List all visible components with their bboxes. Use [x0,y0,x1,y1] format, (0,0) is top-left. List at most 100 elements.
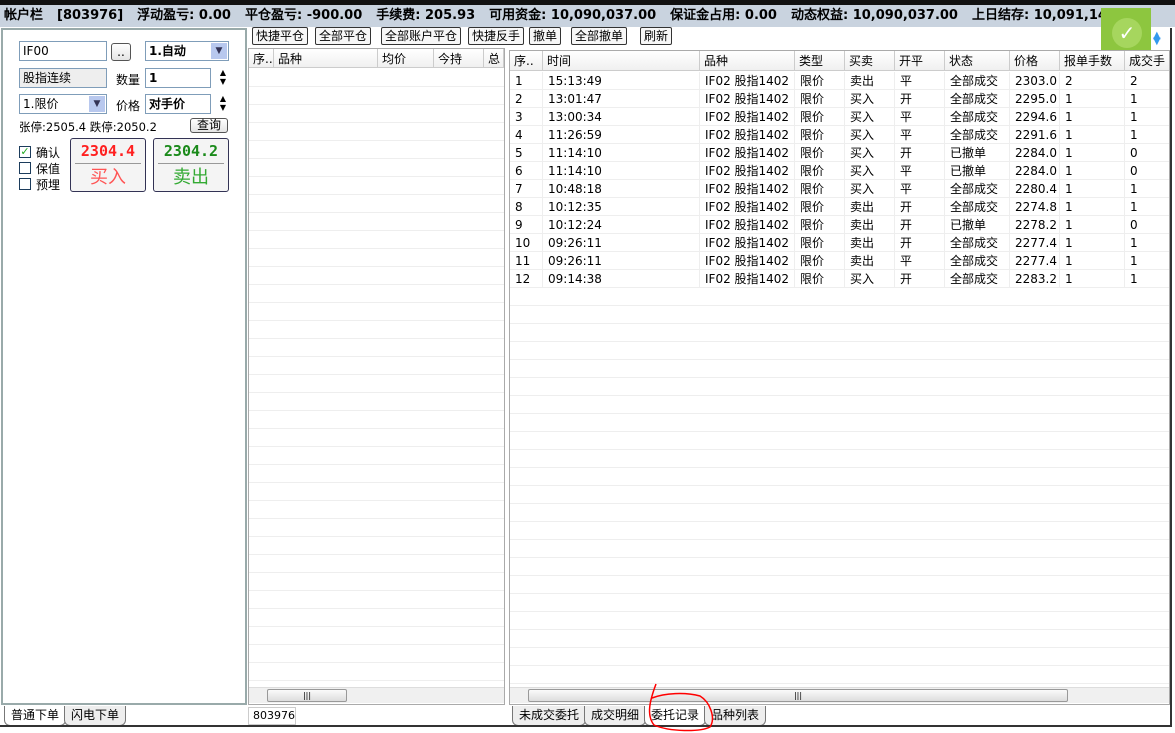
table-cell: 买入 [845,144,895,161]
table-row[interactable]: 1 15:13:49 IF02 股指1402 限价 卖出平全部成交 2303.0 2 2 [510,72,1169,90]
table-row[interactable]: 5 11:14:10 IF02 股指1402 限价 买入开已撤单 2284.0 1 0 [510,144,1169,162]
table-cell: IF02 股指1402 [700,252,795,269]
hedge-checkbox[interactable] [19,162,31,174]
scroll-thumb[interactable]: ||| [267,689,347,702]
col-header[interactable]: 品种 [700,51,795,70]
scroll-thumb[interactable]: ||| [528,689,1068,702]
table-row[interactable]: 11 09:26:11 IF02 股指1402 限价 卖出平全部成交 2277.4 1 1 [510,252,1169,270]
table-cell: 1 [1060,252,1125,269]
col-header[interactable]: 成交手 [1125,51,1169,70]
contract-input[interactable]: IF00 [19,41,107,61]
orders-hscrollbar[interactable]: ||| [510,687,1169,703]
table-cell: 已撤单 [945,144,1010,161]
col-header[interactable]: 品种 [274,49,378,67]
table-cell: 1 [1125,108,1169,125]
table-cell: 2277.4 [1010,234,1060,251]
preset-checkbox[interactable] [19,178,31,190]
account-bar: 帐户栏 [803976] 浮动盈亏: 0.00 平仓盈亏: -900.00 手续费: 2… [0,5,1175,27]
window-border [0,725,1172,727]
mode-select[interactable]: 1.自动 ▼ [145,41,229,61]
table-cell: 2291.6 [1010,126,1060,143]
table-row[interactable]: 3 13:00:34 IF02 股指1402 限价 买入平全部成交 2294.6 1 1 [510,108,1169,126]
price-stepper[interactable]: ▲ ▼ [217,94,229,112]
table-cell: 1 [1060,144,1125,161]
col-header[interactable]: 均价 [378,49,434,67]
price-input[interactable]: 对手价 [145,94,211,114]
table-cell: 限价 [795,108,845,125]
table-cell: 开 [895,270,945,287]
table-cell: 限价 [795,72,845,89]
floating-pl: 浮动盈亏: 0.00 [137,8,231,23]
quick-reverse-button[interactable]: 快捷反手 [468,27,525,45]
cancel-all-button[interactable]: 全部撤单 [571,27,628,45]
table-cell: 2277.4 [1010,252,1060,269]
table-cell: 1 [1060,198,1125,215]
tab-open-orders[interactable]: 未成交委托 [512,706,587,726]
sell-button[interactable]: 2304.2 卖出 [153,138,229,192]
tab-trades[interactable]: 成交明细 [584,706,647,726]
table-cell: 1 [1060,108,1125,125]
table-cell: 限价 [795,180,845,197]
browse-button[interactable]: .. [111,43,131,61]
buy-button[interactable]: 2304.4 买入 [70,138,146,192]
chevron-down-icon: ▼ [211,43,227,59]
table-cell: 限价 [795,144,845,161]
table-cell: 09:26:11 [543,234,700,251]
close-all-accounts-button[interactable]: 全部账户平仓 [381,27,462,45]
toolbar: 快捷平仓 全部平仓 全部账户平仓 快捷反手 撤单 全部撤单 刷新 [248,27,1173,46]
table-row[interactable]: 8 10:12:35 IF02 股指1402 限价 卖出开全部成交 2274.8 1 1 [510,198,1169,216]
col-header[interactable]: 开平 [895,51,945,70]
tab-flash-order[interactable]: 闪电下单 [64,706,127,726]
table-cell: 平 [895,72,945,89]
sell-label: 卖出 [173,167,209,188]
price-type-select[interactable]: 1.限价 ▼ [19,94,107,114]
table-cell: 2284.0 [1010,144,1060,161]
refresh-button[interactable]: 刷新 [640,27,673,45]
table-cell: 1 [1060,234,1125,251]
table-cell: 1 [1060,180,1125,197]
table-cell: 卖出 [845,72,895,89]
col-header[interactable]: 状态 [945,51,1010,70]
table-row[interactable]: 6 11:14:10 IF02 股指1402 限价 买入平已撤单 2284.0 1 0 [510,162,1169,180]
positions-hscrollbar[interactable]: ||| [249,687,504,703]
confirm-checkbox[interactable]: ✓ [19,146,31,158]
orders-header: 序.. 时间 品种 类型 买卖 开平 状态 价格 报单手数 成交手 [510,51,1169,71]
col-header[interactable]: 类型 [795,51,845,70]
col-header[interactable]: 买卖 [845,51,895,70]
col-header[interactable]: 价格 [1010,51,1060,70]
col-header[interactable]: 总 [484,49,504,67]
close-all-button[interactable]: 全部平仓 [315,27,372,45]
cancel-order-button[interactable]: 撤单 [529,27,562,45]
quick-close-button[interactable]: 快捷平仓 [252,27,309,45]
table-cell: 已撤单 [945,216,1010,233]
table-row[interactable]: 10 09:26:11 IF02 股指1402 限价 卖出开全部成交 2277.4 1 1 [510,234,1169,252]
qty-input[interactable]: 1 [145,68,211,88]
table-cell: 买入 [845,270,895,287]
table-row[interactable]: 7 10:48:18 IF02 股指1402 限价 买入平全部成交 2280.4 1 1 [510,180,1169,198]
col-header[interactable]: 报单手数 [1060,51,1125,70]
table-cell: 平 [895,252,945,269]
table-cell: 2 [1125,72,1169,89]
qty-stepper[interactable]: ▲ ▼ [217,68,229,86]
mode-value: 1.自动 [149,44,186,58]
table-cell: 2295.0 [1010,90,1060,107]
left-tabs: 普通下单 闪电下单 [4,706,127,726]
col-header[interactable]: 序.. [249,49,274,67]
table-cell: 11:14:10 [543,144,700,161]
table-row[interactable]: 12 09:14:38 IF02 股指1402 限价 买入开全部成交 2283.2 1 1 [510,270,1169,288]
orders-body: 1 15:13:49 IF02 股指1402 限价 卖出平全部成交 2303.0 2 2 2 13… [510,72,1169,686]
table-row[interactable]: 4 11:26:59 IF02 股指1402 限价 买入平全部成交 2291.6 1 1 [510,126,1169,144]
window-border-right [1170,28,1172,727]
table-row[interactable]: 2 13:01:47 IF02 股指1402 限价 买入开全部成交 2295.0 1 1 [510,90,1169,108]
table-cell: 10:12:24 [543,216,700,233]
query-button[interactable]: 查询 [190,118,228,133]
table-cell: 全部成交 [945,252,1010,269]
table-cell: 买入 [845,180,895,197]
col-header[interactable]: 时间 [543,51,700,70]
table-row[interactable]: 9 10:12:24 IF02 股指1402 限价 卖出开已撤单 2278.2 1 0 [510,216,1169,234]
col-header[interactable]: 序.. [510,51,543,70]
tab-normal-order[interactable]: 普通下单 [4,706,67,726]
col-header[interactable]: 今持 [434,49,484,67]
chevron-down-icon: ▼ [89,96,105,112]
table-cell: 2 [1060,72,1125,89]
